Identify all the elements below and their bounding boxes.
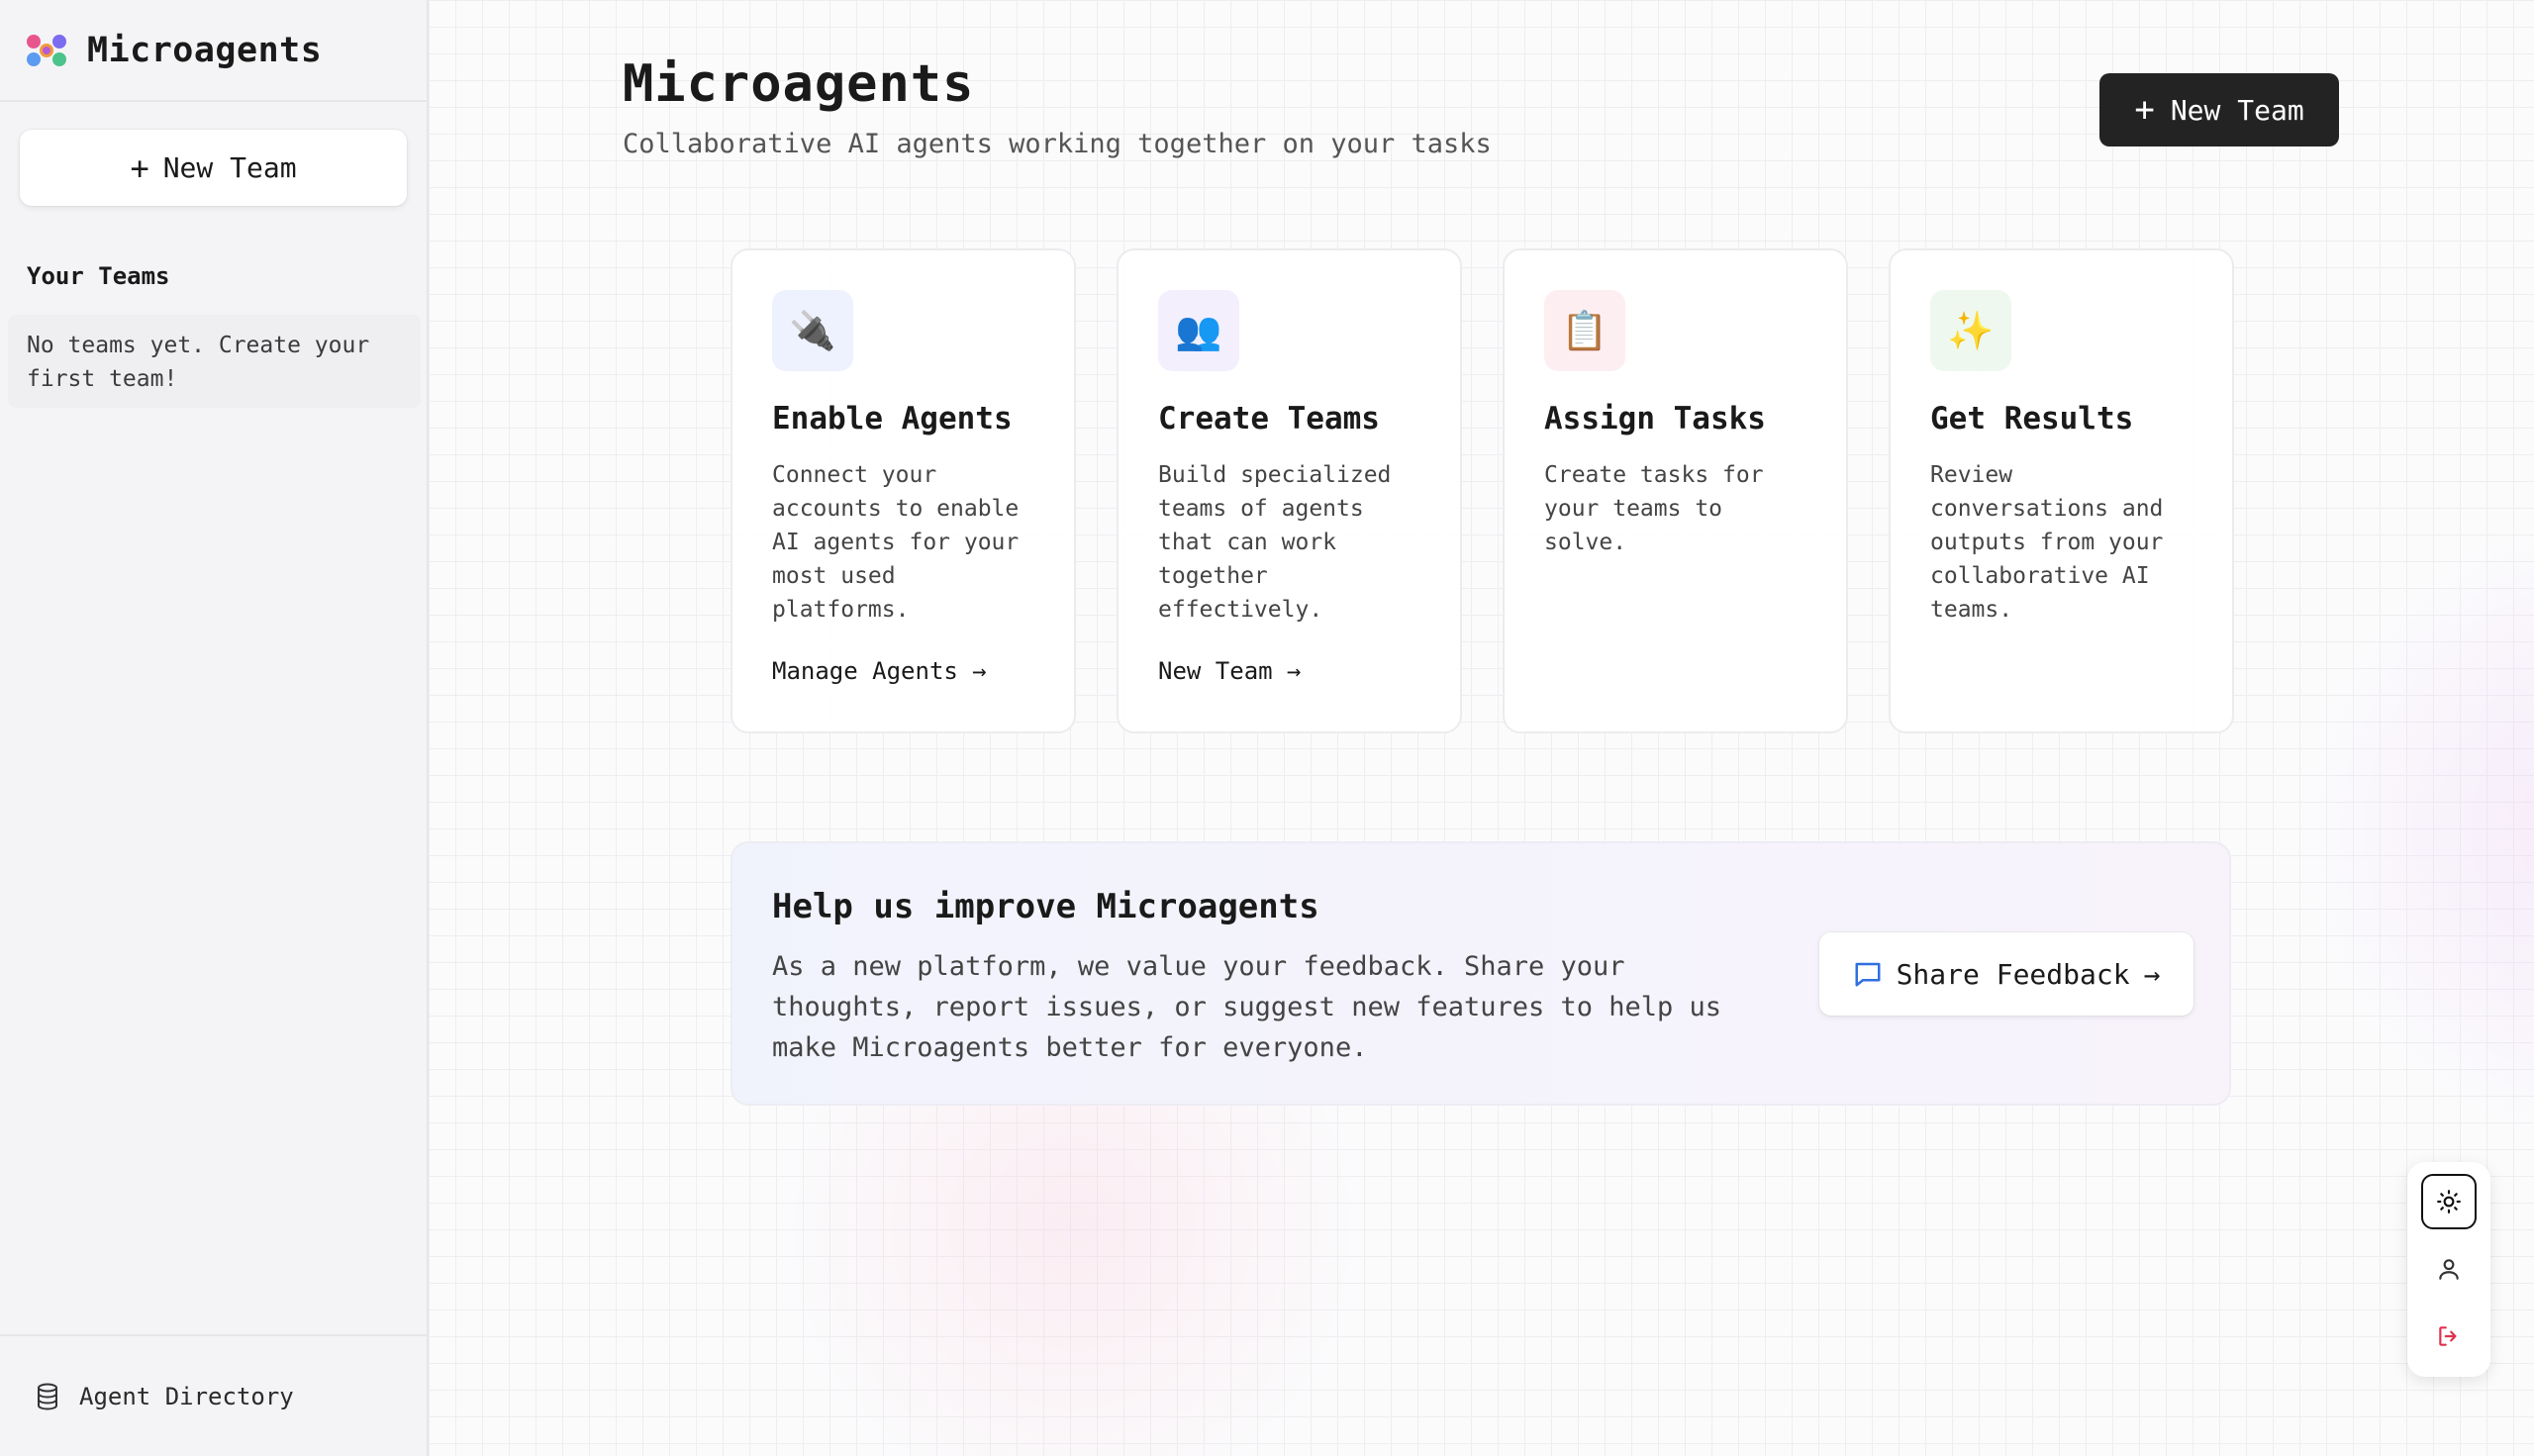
card-title: Enable Agents bbox=[772, 401, 1013, 437]
database-icon bbox=[38, 1383, 57, 1410]
sun-icon bbox=[2437, 1190, 2461, 1213]
agent-directory-label: Agent Directory bbox=[79, 1382, 294, 1410]
arrow-right-icon: → bbox=[2143, 957, 2161, 991]
sidebar-new-team-label: New Team bbox=[162, 151, 297, 184]
sidebar: Microagents + New Team Your Teams No tea… bbox=[0, 0, 429, 1456]
clipboard-icon: 📋 bbox=[1544, 290, 1625, 371]
card-title: Create Teams bbox=[1158, 401, 1380, 437]
card-assign-tasks: 📋 Assign Tasks Create tasks for your tea… bbox=[1503, 248, 1848, 733]
your-teams-heading: Your Teams bbox=[27, 262, 170, 290]
new-team-link[interactable]: New Team → bbox=[1158, 657, 1302, 685]
card-description: Connect your accounts to enable AI agent… bbox=[772, 462, 1020, 623]
card-enable-agents: 🔌 Enable Agents Connect your accounts to… bbox=[731, 248, 1076, 733]
feedback-title: Help us improve Microagents bbox=[772, 887, 1319, 926]
app: Microagents + New Team Your Teams No tea… bbox=[0, 0, 2534, 1456]
feature-cards: 🔌 Enable Agents Connect your accounts to… bbox=[731, 248, 2234, 733]
sidebar-header: Microagents bbox=[0, 0, 427, 102]
main-content: Microagents Collaborative AI agents work… bbox=[429, 0, 2534, 1456]
chat-icon bbox=[1855, 962, 1881, 987]
card-description: Build specialized teams of agents that c… bbox=[1158, 462, 1392, 623]
microagents-logo-icon bbox=[27, 34, 66, 66]
manage-agents-link[interactable]: Manage Agents → bbox=[772, 657, 987, 685]
card-title: Get Results bbox=[1930, 401, 2134, 437]
share-feedback-button[interactable]: Share Feedback → bbox=[1819, 932, 2193, 1016]
plus-icon: + bbox=[2134, 90, 2155, 130]
header-new-team-label: New Team bbox=[2170, 93, 2304, 127]
card-title: Assign Tasks bbox=[1544, 401, 1766, 437]
logout-button[interactable] bbox=[2421, 1309, 2477, 1364]
app-name: Microagents bbox=[87, 30, 323, 70]
sparkles-icon: ✨ bbox=[1930, 290, 2011, 371]
floating-toolbar bbox=[2407, 1162, 2490, 1377]
card-description: Review conversations and outputs from yo… bbox=[1930, 462, 2164, 623]
theme-toggle-button[interactable] bbox=[2421, 1174, 2477, 1229]
page-subtitle: Collaborative AI agents working together… bbox=[623, 129, 1492, 159]
feedback-banner: Help us improve Microagents As a new pla… bbox=[731, 841, 2231, 1106]
card-description: Create tasks for your teams to solve. bbox=[1544, 462, 1764, 555]
page-title: Microagents bbox=[623, 54, 975, 114]
people-icon: 👥 bbox=[1158, 290, 1239, 371]
logout-icon bbox=[2439, 1326, 2457, 1346]
profile-button[interactable] bbox=[2421, 1241, 2477, 1297]
sidebar-new-team-button[interactable]: + New Team bbox=[20, 130, 407, 206]
share-feedback-label: Share Feedback bbox=[1896, 957, 2130, 991]
empty-teams-message: No teams yet. Create your first team! bbox=[8, 315, 421, 408]
agent-directory-link[interactable]: Agent Directory bbox=[0, 1334, 427, 1456]
plug-icon: 🔌 bbox=[772, 290, 853, 371]
feedback-text: As a new platform, we value your feedbac… bbox=[772, 951, 1722, 1063]
user-icon bbox=[2439, 1259, 2459, 1280]
header-new-team-button[interactable]: + New Team bbox=[2099, 73, 2339, 146]
plus-icon: + bbox=[130, 148, 149, 187]
card-create-teams: 👥 Create Teams Build specialized teams o… bbox=[1117, 248, 1462, 733]
card-get-results: ✨ Get Results Review conversations and o… bbox=[1889, 248, 2234, 733]
